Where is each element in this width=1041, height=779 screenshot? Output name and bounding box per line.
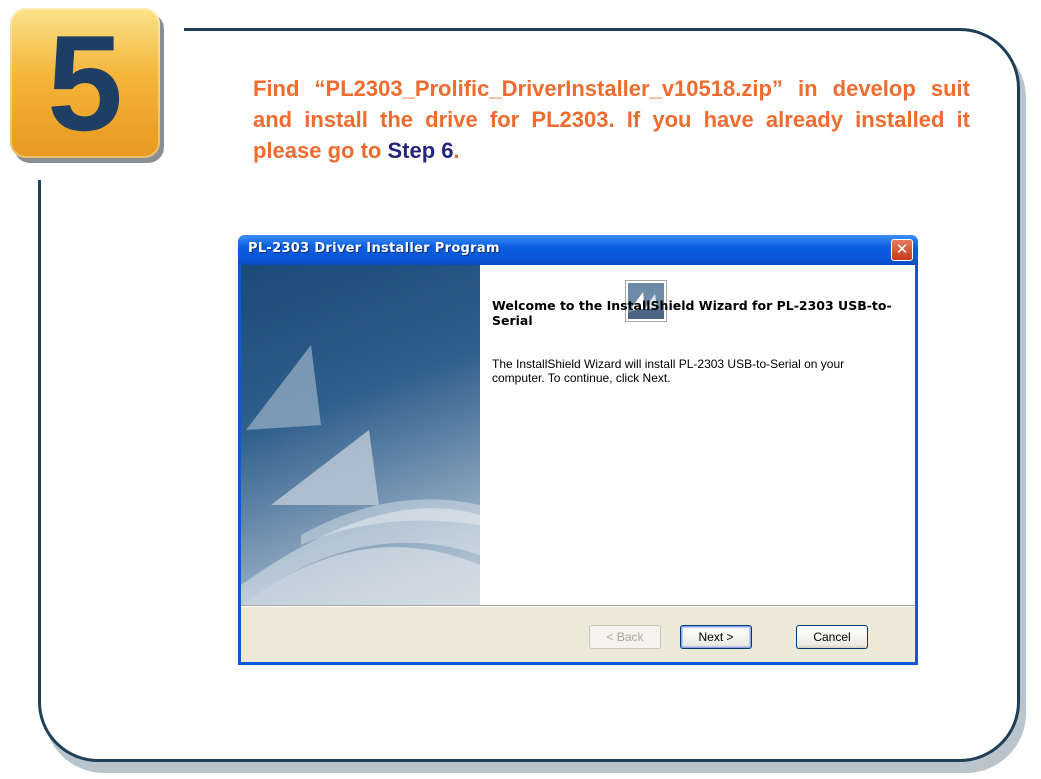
step-number: 5 <box>47 7 123 159</box>
back-button[interactable]: < Back <box>589 625 661 649</box>
welcome-heading: Welcome to the InstallShield Wizard for … <box>492 298 892 328</box>
dialog-client: Welcome to the InstallShield Wizard for … <box>241 265 915 662</box>
next-button[interactable]: Next > <box>680 625 752 649</box>
wizard-side-image <box>241 265 480 605</box>
step-6-link[interactable]: Step 6 <box>387 138 453 163</box>
sail-graphic-icon <box>241 345 480 605</box>
instruction-body: Find “PL2303_Prolific_DriverInstaller_v1… <box>253 76 970 163</box>
close-icon[interactable]: ✕ <box>891 239 913 261</box>
installer-dialog: PL-2303 Driver Installer Program ✕ Welco… <box>238 235 918 665</box>
instruction-end: . <box>453 138 460 163</box>
dialog-title: PL-2303 Driver Installer Program <box>248 241 500 256</box>
cancel-button[interactable]: Cancel <box>796 625 868 649</box>
instruction-text: Find “PL2303_Prolific_DriverInstaller_v1… <box>253 73 970 166</box>
step-badge: 5 <box>10 8 160 158</box>
welcome-description: The InstallShield Wizard will install PL… <box>492 357 845 385</box>
dialog-titlebar[interactable]: PL-2303 Driver Installer Program ✕ <box>238 235 918 265</box>
footer-divider <box>241 605 915 607</box>
wizard-content: Welcome to the InstallShield Wizard for … <box>480 265 915 605</box>
